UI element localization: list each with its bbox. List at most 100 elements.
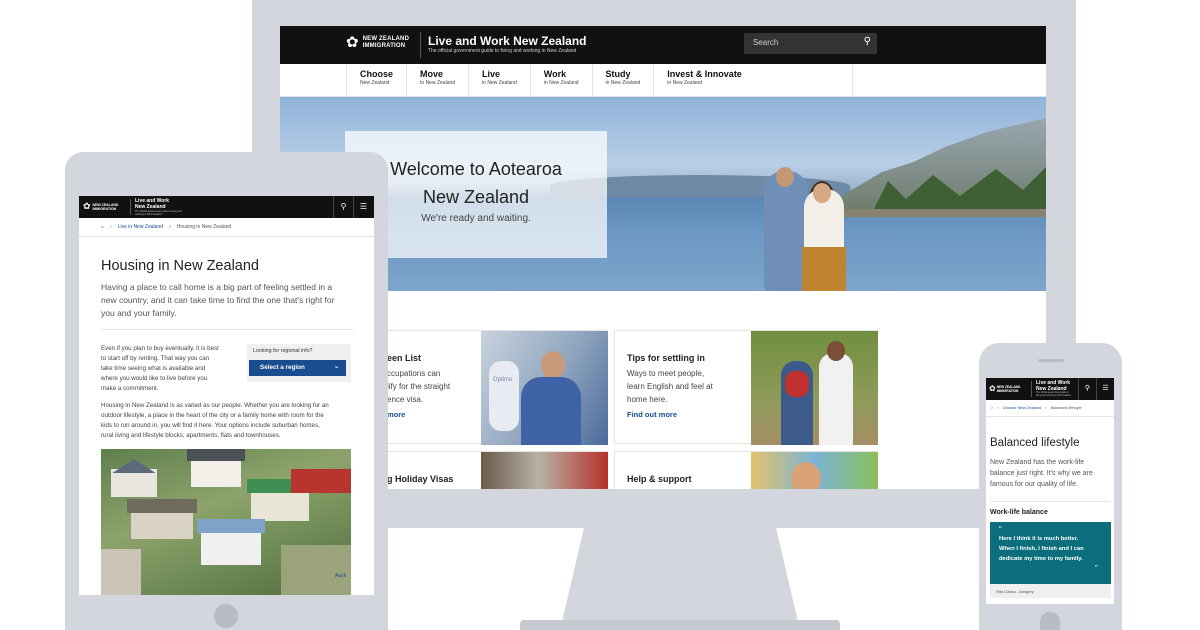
tablet-site-title[interactable]: Live and Work New Zealand <box>135 198 169 210</box>
header-divider <box>1031 381 1032 397</box>
card-link[interactable]: Find out more <box>627 410 677 419</box>
garden <box>281 545 351 595</box>
house-roof <box>187 449 245 461</box>
nav-item-live[interactable]: Live in New Zealand <box>468 64 530 96</box>
search-icon[interactable]: ⚲ <box>1078 378 1096 400</box>
quote-line: When I finish, I finish and I can <box>999 546 1084 552</box>
logo-text-line2: IMMIGRATION <box>92 206 117 211</box>
tablet-screen: ✿ NEW ZEALAND IMMIGRATION Live and Work … <box>79 196 374 595</box>
card-help-support[interactable]: Help & support <box>614 451 878 489</box>
card-text-line: lify for the straight <box>387 382 451 391</box>
card-title: Help & support <box>627 474 692 484</box>
paragraph-line: outdoor lifestyle, a place in the heart … <box>101 412 324 419</box>
nav-item-study[interactable]: Study in New Zealand <box>591 64 654 96</box>
header-divider <box>130 199 131 215</box>
lead-line: you and your family. <box>101 308 177 318</box>
silver-fern-icon: ✿ <box>989 384 996 393</box>
paragraph-line: take time seeing what is available and <box>101 365 206 372</box>
family-man <box>819 353 853 445</box>
home-icon[interactable]: ⌂ <box>991 405 993 410</box>
lead-line: new country, and it can take time to fin… <box>101 295 335 305</box>
hero-person-man-head <box>776 167 794 187</box>
house <box>101 549 141 595</box>
site-header: ✿ NEW ZEALAND IMMIGRATION Live and Work … <box>280 26 1046 64</box>
breadcrumb-link[interactable]: Live in New Zealand <box>118 224 163 230</box>
nav-item-work[interactable]: Work in New Zealand <box>529 64 592 96</box>
card-image-map-classroom <box>751 452 878 489</box>
house <box>251 489 309 521</box>
card-tips-settling[interactable]: Tips for settling in Ways to meet people… <box>614 330 878 445</box>
nav-sublabel: in New Zealand <box>605 80 641 86</box>
quote-line: Here I think it is much better. <box>999 536 1079 542</box>
breadcrumb: ⌂ › Live in New Zealand › Housing in New… <box>101 224 231 230</box>
nav-sublabel: in New Zealand <box>482 80 517 86</box>
menu-icon[interactable]: ☰ <box>1096 378 1114 400</box>
nav-sublabel: in New Zealand <box>543 80 579 86</box>
breadcrumb-divider <box>79 236 374 237</box>
page-title: Housing in New Zealand <box>101 258 259 274</box>
renting-paragraph: Even if you plan to buy eventually, it i… <box>101 344 241 394</box>
nav-label: Live <box>482 69 501 79</box>
regional-info-label: Looking for regional info? <box>253 348 313 354</box>
nav-label: Choose <box>360 69 394 79</box>
card-text-line: ccupations can <box>387 369 441 378</box>
search-input[interactable]: Search ⚲ <box>744 33 877 54</box>
home-icon[interactable]: ⌂ <box>101 224 104 230</box>
quote-line: dedicate my time to my family. <box>999 556 1083 562</box>
card-text: Ways to meet people, learn English and f… <box>627 367 713 406</box>
nav-item-invest[interactable]: Invest & Innovate in New Zealand <box>653 64 853 96</box>
nav-sublabel: in New Zealand <box>667 80 703 86</box>
paragraph-line: where you would like to live before you <box>101 375 208 382</box>
breadcrumb-separator: › <box>1045 405 1047 410</box>
smiling-woman <box>791 462 821 489</box>
section-heading: Work-life balance <box>990 509 1048 516</box>
card-text: ccupations can lify for the straight enc… <box>387 367 450 406</box>
nz-immigration-logo[interactable]: ✿ NEW ZEALAND IMMIGRATION <box>346 35 409 50</box>
search-placeholder: Search <box>753 38 779 47</box>
breadcrumb-separator: › <box>169 224 171 230</box>
nav-label: Move <box>420 69 444 79</box>
testimonial-quote: “ Here I think it is much better. When I… <box>990 522 1111 584</box>
tablet-logo[interactable]: ✿ NEW ZEALAND IMMIGRATION <box>83 201 118 212</box>
nav-sublabel: New Zealand <box>360 80 390 86</box>
menu-icon[interactable]: ☰ <box>353 196 373 218</box>
card-text-line: ence visa. <box>387 395 424 404</box>
search-icon[interactable]: ⚲ <box>333 196 353 218</box>
lead-line: Having a place to call home is a big par… <box>101 282 333 292</box>
housing-paragraph: Housing in New Zealand is as varied as o… <box>101 401 353 441</box>
breadcrumb-link[interactable]: Choose New Zealand <box>1003 405 1041 410</box>
phone-logo[interactable]: ✿ NEW ZEALAND IMMIGRATION <box>989 384 1020 393</box>
phone-home-button <box>1040 612 1060 630</box>
nav-item-move[interactable]: Move to New Zealand <box>406 64 468 96</box>
logo-text-line1: NEW ZEALAND <box>996 384 1021 389</box>
lead-line: balance just right. It's why we are <box>990 470 1093 477</box>
paragraph-line: kids to run around in, you will find it … <box>101 422 320 429</box>
region-select[interactable]: Select a region ⌄ <box>249 360 346 376</box>
logo-text-line2: IMMIGRATION <box>362 42 406 49</box>
breadcrumb-separator: › <box>997 405 999 410</box>
chevron-down-icon: ⌄ <box>333 364 339 370</box>
content-divider <box>101 329 353 330</box>
silver-fern-icon: ✿ <box>346 34 359 51</box>
nav-label: Study <box>605 69 631 79</box>
content-divider <box>990 501 1110 502</box>
hero-person-woman-skirt <box>802 247 846 291</box>
logo-text-line1: NEW ZEALAND <box>362 35 410 42</box>
phone-screen: ✿ NEW ZEALAND IMMIGRATION Live and Work … <box>986 378 1114 604</box>
card-link[interactable]: more <box>387 410 405 419</box>
house <box>111 469 157 497</box>
site-title[interactable]: Live and Work New Zealand <box>428 34 586 48</box>
family-child <box>785 371 809 397</box>
paragraph-line: Housing in New Zealand is as varied as o… <box>101 402 329 409</box>
site-subtitle: The official government guide to living … <box>428 48 577 54</box>
page-title: Balanced lifestyle <box>990 437 1080 449</box>
search-icon[interactable]: ⚲ <box>864 36 871 47</box>
nav-item-choose[interactable]: Choose New Zealand <box>346 64 406 96</box>
card-text-line: learn English and feel at <box>627 382 713 391</box>
paragraph-line: make a commitment. <box>101 385 159 392</box>
phone-site-title[interactable]: Live and Work New Zealand <box>1036 380 1070 392</box>
phone-header: ✿ NEW ZEALAND IMMIGRATION Live and Work … <box>986 378 1114 400</box>
card-image-lab-worker: Optimo <box>481 331 608 445</box>
paragraph-line: to start off by renting. That way you ca… <box>101 355 210 362</box>
quote-close-icon: ” <box>1095 564 1098 573</box>
